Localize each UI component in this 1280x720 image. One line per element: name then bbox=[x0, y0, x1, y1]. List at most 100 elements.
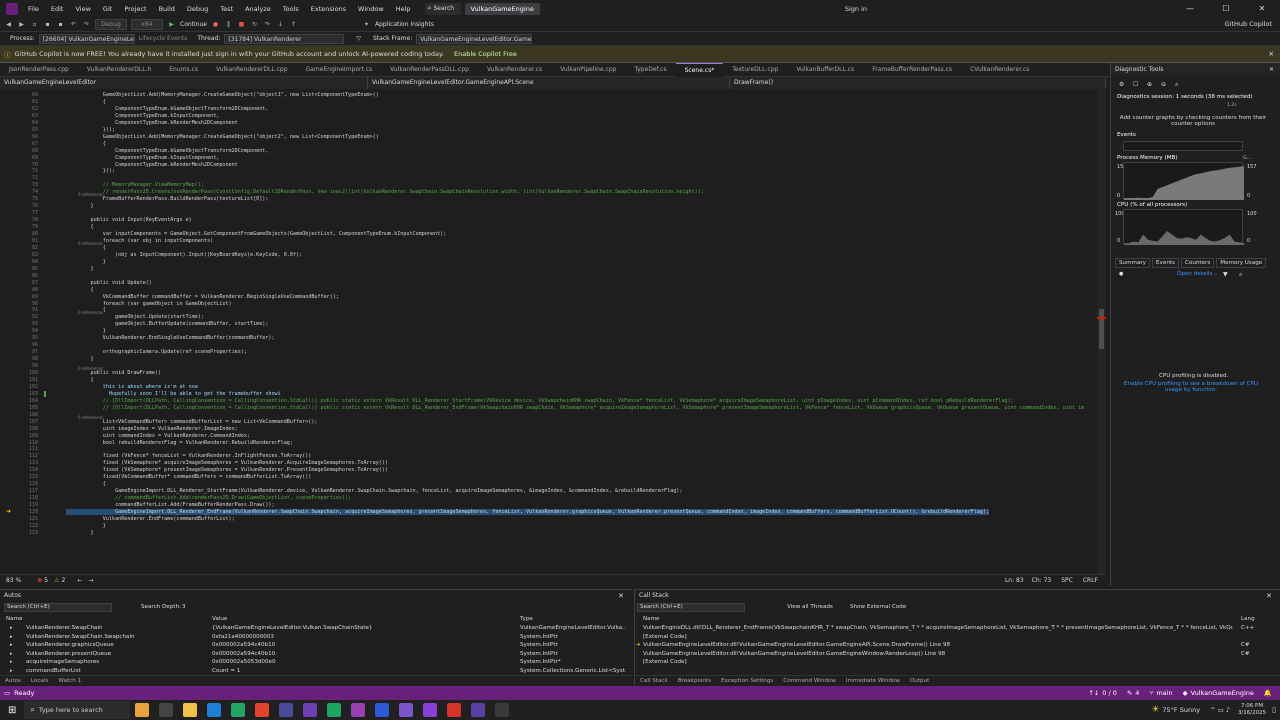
cs-col-name[interactable]: Name bbox=[643, 616, 660, 622]
code-line[interactable]: })); bbox=[66, 168, 115, 174]
autos-tab-locals[interactable]: Locals bbox=[26, 676, 53, 685]
windows-start-icon[interactable]: ⊞ bbox=[8, 705, 16, 716]
vs-active-icon[interactable] bbox=[399, 703, 414, 717]
expand-icon[interactable]: ▸ bbox=[10, 659, 13, 665]
taskbar-search[interactable]: ⌕ Type here to search bbox=[24, 701, 131, 719]
code-line[interactable]: GameObjectList.Add(MemoryManager.CreateG… bbox=[66, 92, 379, 98]
diag-reset-icon[interactable]: ⌕ bbox=[1175, 81, 1178, 89]
minimize-icon[interactable]: — bbox=[1172, 0, 1208, 17]
autos-close-icon[interactable]: ✕ bbox=[618, 592, 624, 600]
vs-taskbar-icon[interactable] bbox=[303, 703, 318, 717]
task-view-icon[interactable] bbox=[159, 703, 174, 717]
tab-framebufferrenderpass-cs[interactable]: FrameBufferRenderPass.cs bbox=[863, 63, 961, 77]
app-insights-icon[interactable]: ✦ bbox=[362, 19, 371, 30]
pause-icon[interactable]: ‖ bbox=[224, 19, 233, 30]
menu-edit[interactable]: Edit bbox=[45, 5, 70, 13]
variable-value[interactable]: 0xfa21a40000000003 bbox=[212, 634, 512, 640]
tab-typedef-cs[interactable]: TypeDef.cs bbox=[625, 63, 675, 77]
config-select[interactable]: Debug bbox=[95, 18, 127, 30]
callstack-frame[interactable]: ➜ VulkanGameEngineLevelEditor.dll!VulkanG… bbox=[635, 642, 1280, 650]
tab-cvulkanrenderer-cs[interactable]: CVulkanRenderer.cs bbox=[961, 63, 1038, 77]
code-line[interactable]: (obj as InputComponent).Input((KeyBoardK… bbox=[66, 252, 302, 258]
autos-col-name[interactable]: Name bbox=[6, 616, 23, 622]
error-count[interactable]: 5 bbox=[44, 577, 48, 584]
code-line[interactable]: ComponentTypeEnum.kGameObjectTransform2D… bbox=[66, 148, 268, 154]
diag-tab-summary[interactable]: Summary bbox=[1115, 258, 1151, 268]
autos-row[interactable]: ▸ VulkanRenderer.presentQueue 0x000002a594… bbox=[0, 651, 632, 659]
code-line[interactable]: commandBufferList.Add(FrameBufferRenderP… bbox=[66, 502, 274, 508]
editor-scrollbar[interactable] bbox=[1097, 89, 1106, 574]
menu-debug[interactable]: Debug bbox=[181, 5, 214, 13]
code-line[interactable]: ComponentTypeEnum.kRenderMesh2DComponent bbox=[66, 120, 238, 126]
weather-icon[interactable]: ☀ bbox=[1151, 705, 1159, 715]
diag-zoom-out-icon[interactable]: ⊖ bbox=[1161, 81, 1166, 88]
callstack-frame[interactable]: [External Code] bbox=[635, 634, 1280, 642]
cpu-graph[interactable] bbox=[1123, 209, 1244, 245]
code-line[interactable]: ComponentTypeEnum.kRenderMesh2DComponent bbox=[66, 162, 238, 168]
code-line[interactable]: } bbox=[66, 530, 94, 536]
code-line[interactable]: GameEngineImport.DLL_Renderer_EndFrame(V… bbox=[66, 509, 990, 515]
code-line[interactable]: { bbox=[66, 141, 106, 147]
tab-vulkanbufferdll-cs[interactable]: VulkanBufferDLL.cs bbox=[787, 63, 863, 77]
code-line[interactable]: })); bbox=[66, 127, 115, 133]
edge-icon[interactable] bbox=[207, 703, 222, 717]
code-line[interactable]: { bbox=[66, 377, 94, 383]
cs-tab-breakpoints[interactable]: Breakpoints bbox=[673, 676, 716, 685]
github-icon[interactable] bbox=[423, 703, 438, 717]
diag-tab-counters[interactable]: Counters bbox=[1181, 258, 1215, 268]
tab-vulkanrendererdll-cpp[interactable]: VulkanRendererDLL.cpp bbox=[207, 63, 297, 77]
obs-icon[interactable] bbox=[351, 703, 366, 717]
reference-codelens[interactable]: 0 references bbox=[78, 192, 103, 197]
autos-search-input[interactable]: Search (Ctrl+E) bbox=[4, 603, 112, 612]
copilot-taskbar-icon[interactable] bbox=[135, 703, 150, 717]
code-line[interactable]: { bbox=[66, 99, 106, 105]
notifications-icon[interactable]: ▯ bbox=[1272, 706, 1276, 714]
code-line[interactable]: GameObjectList.Add(MemoryManager.CreateG… bbox=[66, 134, 379, 140]
diag-close-icon[interactable]: ✕ bbox=[1269, 66, 1274, 73]
tab-vulkanrenderpassdll-cpp[interactable]: VulkanRenderPassDLL.cpp bbox=[381, 63, 478, 77]
vs-logo-icon[interactable] bbox=[6, 2, 18, 15]
step-out-icon[interactable]: ↑ bbox=[289, 19, 298, 30]
zoom-level[interactable]: 83 % bbox=[6, 577, 21, 584]
reference-codelens[interactable]: 0 references bbox=[78, 310, 103, 315]
diag-zoom-in-icon[interactable]: ⊕ bbox=[1147, 81, 1152, 88]
chrome-icon[interactable] bbox=[327, 703, 342, 717]
redo-icon[interactable]: ↷ bbox=[82, 19, 91, 30]
process-select[interactable]: [26604] VulkanGameEngineLevelE bbox=[38, 33, 135, 44]
code-line[interactable]: // [DllImport(DLLPath, CallingConvention… bbox=[66, 398, 1014, 404]
status-repo[interactable]: VulkanGameEngine bbox=[1191, 689, 1254, 697]
code-line[interactable]: this is about where is'm at now bbox=[66, 384, 198, 390]
open-details-link[interactable]: Open details... bbox=[1177, 271, 1218, 277]
autos-col-value[interactable]: Value bbox=[212, 616, 227, 622]
menu-test[interactable]: Test bbox=[214, 5, 239, 13]
media-icon[interactable] bbox=[447, 703, 462, 717]
close-icon[interactable]: ✕ bbox=[1244, 0, 1280, 17]
weather-text[interactable]: 75°F Sunny bbox=[1162, 706, 1200, 714]
code-line[interactable]: ComponentTypeEnum.kGameObjectTransform2D… bbox=[66, 106, 268, 112]
code-line[interactable]: Hopefully soon I'll be able to get the f… bbox=[66, 391, 281, 397]
cs-tab-immediate-window[interactable]: Immediate Window bbox=[841, 676, 905, 685]
scroll-thumb[interactable] bbox=[1099, 309, 1104, 349]
nav-forward-icon[interactable]: → bbox=[88, 577, 93, 584]
tab-scene-cs-[interactable]: Scene.cs* bbox=[675, 62, 724, 77]
code-line[interactable]: bool rebuildRendererFlag = VulkanRendere… bbox=[66, 440, 293, 446]
code-line[interactable]: // commandBufferList.Add(renderPass2D.Dr… bbox=[66, 495, 351, 501]
platform-select[interactable]: x64 bbox=[131, 18, 163, 30]
diag-select-icon[interactable]: ☐ bbox=[1133, 81, 1138, 88]
code-editor[interactable]: 60 61 62 63 64 65 66 67 68 69 70 71 72 73 74 75 76 77 78 79… bbox=[0, 89, 1106, 574]
code-line[interactable]: orthographicCamera.Update(ref scenePrope… bbox=[66, 349, 247, 355]
code-line[interactable]: } bbox=[66, 259, 106, 265]
code-line[interactable]: fixed (VkFence* fenceList = VulkanRender… bbox=[66, 453, 312, 459]
autos-row[interactable]: ▸ VulkanRenderer.SwapChain.Swapchain 0xfa2… bbox=[0, 634, 632, 642]
restart-icon[interactable]: ↻ bbox=[250, 19, 259, 30]
column-number[interactable]: Ch: 73 bbox=[1032, 577, 1052, 584]
sign-in-link[interactable]: Sign in bbox=[845, 5, 867, 13]
tray-icons[interactable]: ^ ▭ ♪ bbox=[1210, 706, 1230, 714]
diag-tab-memory-usage[interactable]: Memory Usage bbox=[1216, 258, 1267, 268]
discord-icon[interactable] bbox=[375, 703, 390, 717]
infobar-close-icon[interactable]: ✕ bbox=[1269, 50, 1274, 58]
code-line[interactable]: } bbox=[66, 523, 106, 529]
variable-value[interactable]: 0x000002a594c40b10 bbox=[212, 651, 512, 657]
variable-value[interactable]: 0x000002a594c40b10 bbox=[212, 642, 512, 648]
code-line[interactable]: VulkanRenderer.EndFrame(commandBufferLis… bbox=[66, 516, 235, 522]
